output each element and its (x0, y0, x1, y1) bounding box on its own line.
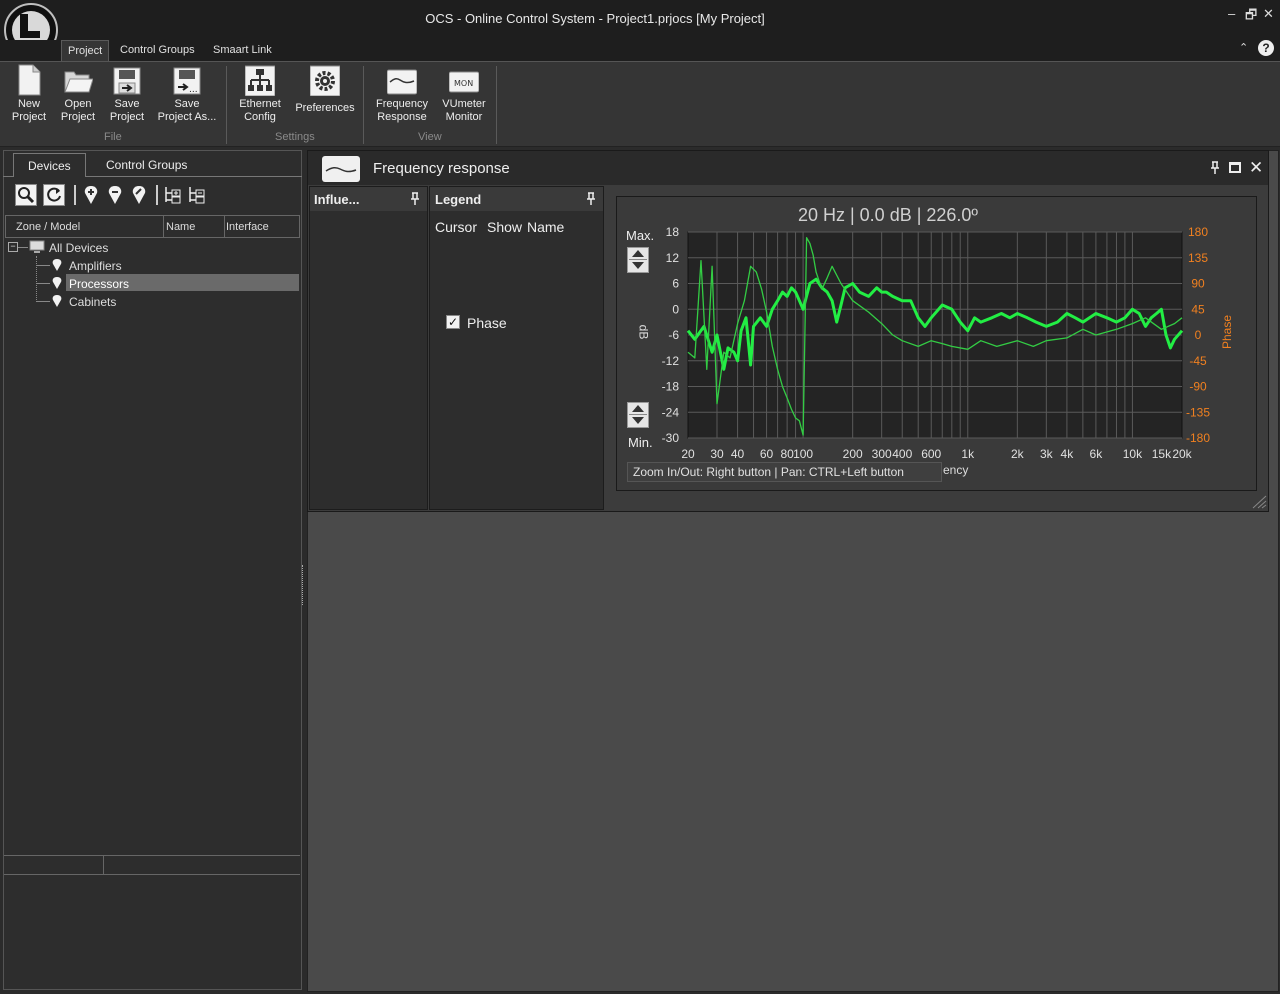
phase-tick-label: -135 (1186, 405, 1210, 419)
phase-tick-label: 90 (1191, 277, 1205, 291)
x-tick-label: 15k (1152, 447, 1172, 461)
x-axis-label-partial: ency (943, 463, 969, 477)
phase-tick-label: 135 (1188, 251, 1208, 265)
y-tick-label: -12 (662, 354, 680, 368)
zoom-pan-hint: Zoom In/Out: Right button | Pan: CTRL+Le… (627, 462, 942, 482)
phase-tick-label: 0 (1195, 328, 1202, 342)
x-tick-label: 400 (892, 447, 912, 461)
x-tick-label: 1k (961, 447, 975, 461)
y-tick-label: -18 (662, 380, 680, 394)
x-tick-label: 80 (780, 447, 794, 461)
y-tick-label: -24 (662, 405, 680, 419)
y-tick-label: 0 (672, 302, 679, 316)
x-tick-label: 2k (1011, 447, 1025, 461)
x-tick-label: 3k (1040, 447, 1054, 461)
phase-tick-label: -45 (1189, 354, 1207, 368)
x-tick-label: 20 (681, 447, 695, 461)
y-tick-label: -6 (668, 328, 679, 342)
y-axis-ticks: 18 12 6 0 -6 -12 -18 -24 -30 (662, 225, 680, 445)
y-tick-label: 18 (666, 225, 680, 239)
phase-tick-label: -90 (1189, 380, 1207, 394)
x-tick-label: 100 (793, 447, 813, 461)
resize-grip-icon[interactable] (1249, 493, 1267, 509)
phase-tick-label: 180 (1188, 225, 1208, 239)
x-tick-label: 300 (872, 447, 892, 461)
phase-tick-label: -180 (1186, 431, 1210, 445)
x-tick-label: 40 (731, 447, 745, 461)
x-tick-label: 60 (760, 447, 774, 461)
x-tick-label: 6k (1090, 447, 1104, 461)
frequency-plot[interactable]: 181260-6-12-18-24-30 18013590450-45-90-1… (0, 0, 1280, 994)
phase-tick-label: 45 (1191, 302, 1205, 316)
y-tick-label: 6 (672, 277, 679, 291)
x-axis-ticks: 20 30 40 60 80 100 200 300 400 600 1k 2k 3k 4k 6k 10k 15… (681, 447, 1192, 461)
phase-axis-ticks: 180 135 90 45 0 -45 -90 -135 -180 (1186, 225, 1210, 445)
x-tick-label: 10k (1123, 447, 1143, 461)
x-tick-label: 30 (710, 447, 724, 461)
y-tick-label: 12 (666, 251, 680, 265)
x-tick-label: 600 (921, 447, 941, 461)
x-tick-label: 200 (843, 447, 863, 461)
x-tick-label: 4k (1061, 447, 1075, 461)
y-tick-label: -30 (662, 431, 680, 445)
x-tick-label: 20k (1172, 447, 1192, 461)
